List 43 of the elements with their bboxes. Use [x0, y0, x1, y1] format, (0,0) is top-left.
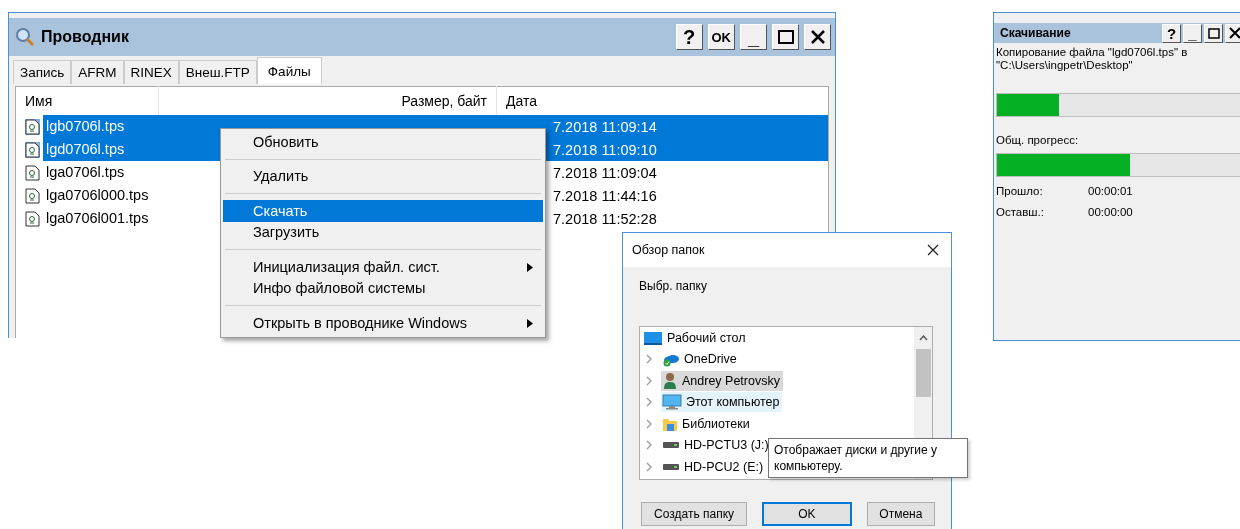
menu-item[interactable]: Открыть в проводнике Windows	[223, 312, 543, 334]
window-title: Проводник	[41, 28, 130, 46]
help-button[interactable]: ?	[1162, 23, 1181, 43]
file-date: 7.2018 11:09:04	[553, 164, 657, 181]
tree-item[interactable]: Библиотеки	[661, 413, 753, 434]
file-date: 7.2018 11:09:10	[553, 141, 657, 158]
dialog-button[interactable]: OK	[762, 502, 852, 526]
stat-value: 00:00:00	[1088, 206, 1133, 218]
stat-label: Прошло:	[996, 185, 1044, 197]
tree-item[interactable]: Этот компьютер	[661, 392, 783, 413]
dialog-button[interactable]: Создать папку	[641, 502, 748, 526]
file-name[interactable]: lga0706l000.tps	[43, 184, 152, 207]
copy-message: Копирование файла "lgd0706l.tps" в "C:\Users\ingpetr\Desktop"	[995, 45, 1189, 73]
dialog-button[interactable]: Отмена	[866, 502, 935, 526]
help-button[interactable]: ?	[675, 24, 703, 50]
prompt-text: Выбр. папку	[639, 279, 708, 293]
tree-item[interactable]: Andrey Petrovsky	[661, 370, 783, 391]
menu-item[interactable]: Скачать	[223, 200, 543, 222]
tab[interactable]: Файлы	[256, 57, 322, 84]
stat-label: Оставш.:	[996, 206, 1045, 218]
tree-item[interactable]: HD-PCU2 (E:)	[661, 456, 767, 477]
column-header[interactable]: Размер, байт	[159, 86, 497, 116]
tab[interactable]: AFRM	[71, 60, 124, 84]
progress-label: Общ. прогресс:	[995, 134, 1080, 148]
menu-item[interactable]: Инициализация файл. сист.	[223, 256, 543, 278]
file-date: 7.2018 11:44:16	[553, 187, 657, 204]
window-title: Скачивание	[1000, 26, 1072, 40]
tab[interactable]: Внеш.FTP	[178, 60, 257, 84]
dialog-title: Обзор папок	[632, 243, 705, 257]
ok-button[interactable]: OK	[707, 24, 735, 50]
file-date: 7.2018 11:09:14	[553, 118, 657, 135]
file-date: 7.2018 11:52:28	[553, 210, 657, 227]
tree-item[interactable]: OneDrive	[661, 349, 740, 370]
tree-item[interactable]: Рабочий стол	[642, 327, 749, 348]
file-name[interactable]: lga0706l001.tps	[43, 207, 152, 230]
column-header[interactable]: Дата	[497, 86, 537, 116]
tab[interactable]: RINEX	[123, 60, 179, 84]
stat-value: 00:00:01	[1088, 185, 1133, 197]
tooltip: Отображает диски и другие у компьютеру.	[768, 438, 968, 478]
file-name[interactable]: lga0706l.tps	[43, 161, 128, 184]
tab[interactable]: Запись	[13, 60, 72, 84]
minimize-button[interactable]: _	[1183, 23, 1202, 43]
minimize-button[interactable]: _	[740, 24, 767, 50]
